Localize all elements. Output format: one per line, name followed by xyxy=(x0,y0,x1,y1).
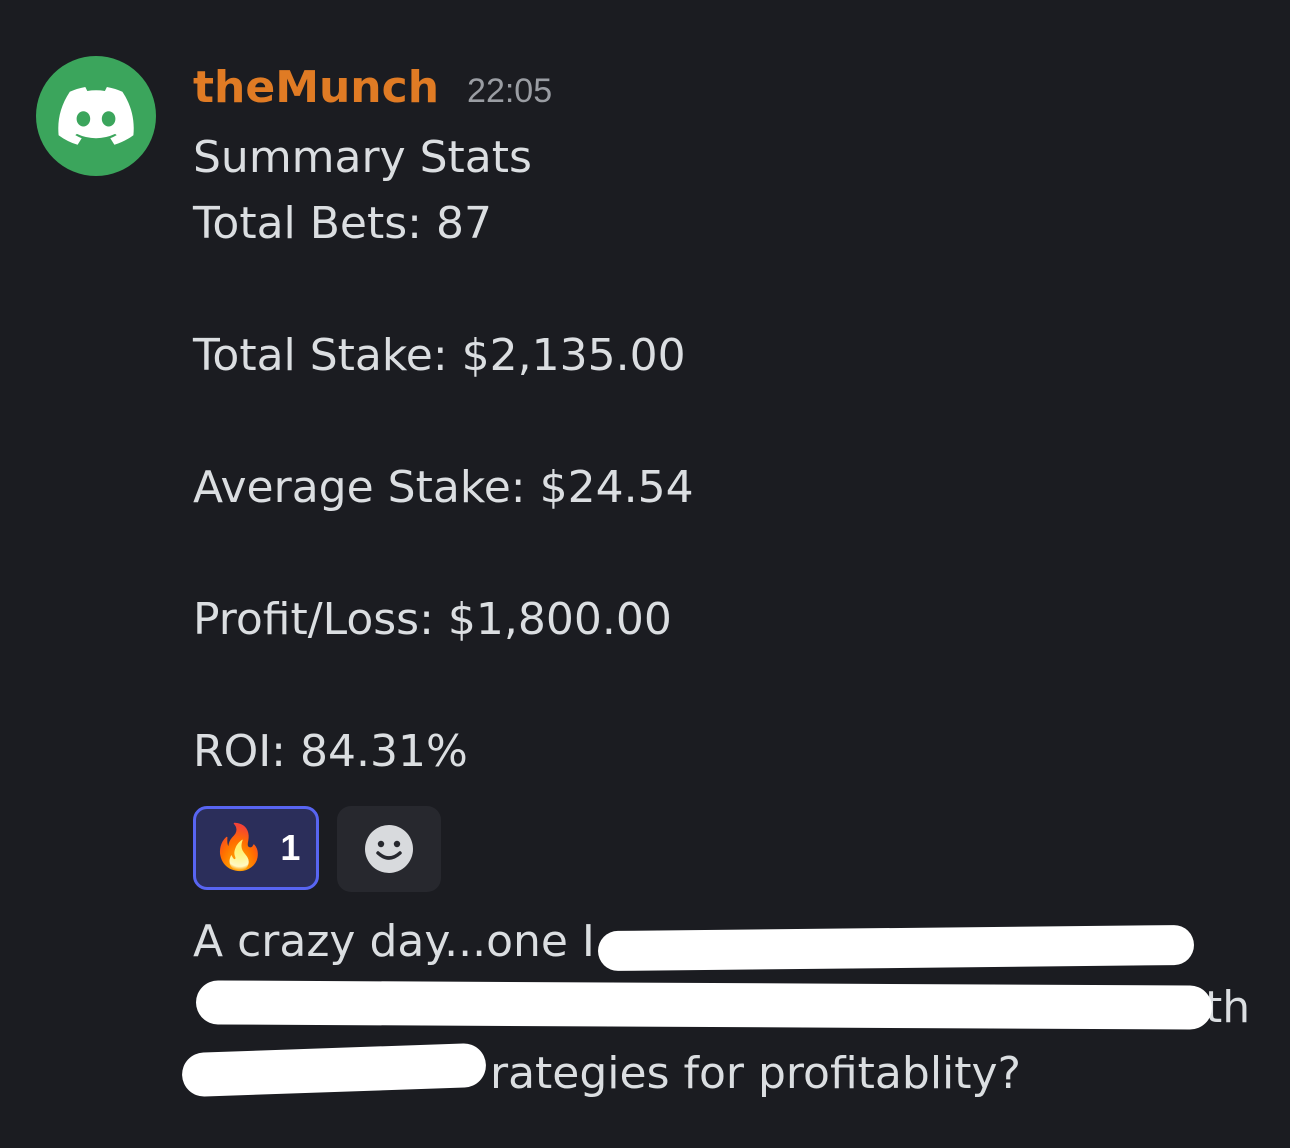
smiley-face-icon xyxy=(365,825,413,873)
followup-line-1: A crazy day...one I a xyxy=(193,916,636,967)
followup-line-3: rategies for profitablity? xyxy=(490,1048,1021,1099)
message-header: theMunch 22:05 xyxy=(193,62,552,122)
message-line-total-stake: Total Stake: $2,135.00 xyxy=(193,330,686,381)
avatar[interactable] xyxy=(36,56,156,176)
fire-reaction-button[interactable]: 🔥 1 xyxy=(193,806,319,890)
message-line-total-bets: Total Bets: 87 xyxy=(193,198,492,249)
redaction-mark xyxy=(195,980,1213,1030)
redaction-mark xyxy=(181,1042,487,1098)
discord-logo-icon xyxy=(58,87,134,145)
message-line-average-stake: Average Stake: $24.54 xyxy=(193,462,694,513)
message-line-profit-loss: Profit/Loss: $1,800.00 xyxy=(193,594,672,645)
username[interactable]: theMunch xyxy=(193,62,439,113)
redaction-mark xyxy=(597,924,1195,972)
timestamp: 22:05 xyxy=(467,72,553,110)
fire-emoji-icon: 🔥 xyxy=(211,822,267,873)
add-reaction-button[interactable] xyxy=(337,806,441,892)
reaction-count: 1 xyxy=(280,827,301,868)
message-line-roi: ROI: 84.31% xyxy=(193,726,468,777)
message-line-summary: Summary Stats xyxy=(193,132,532,183)
